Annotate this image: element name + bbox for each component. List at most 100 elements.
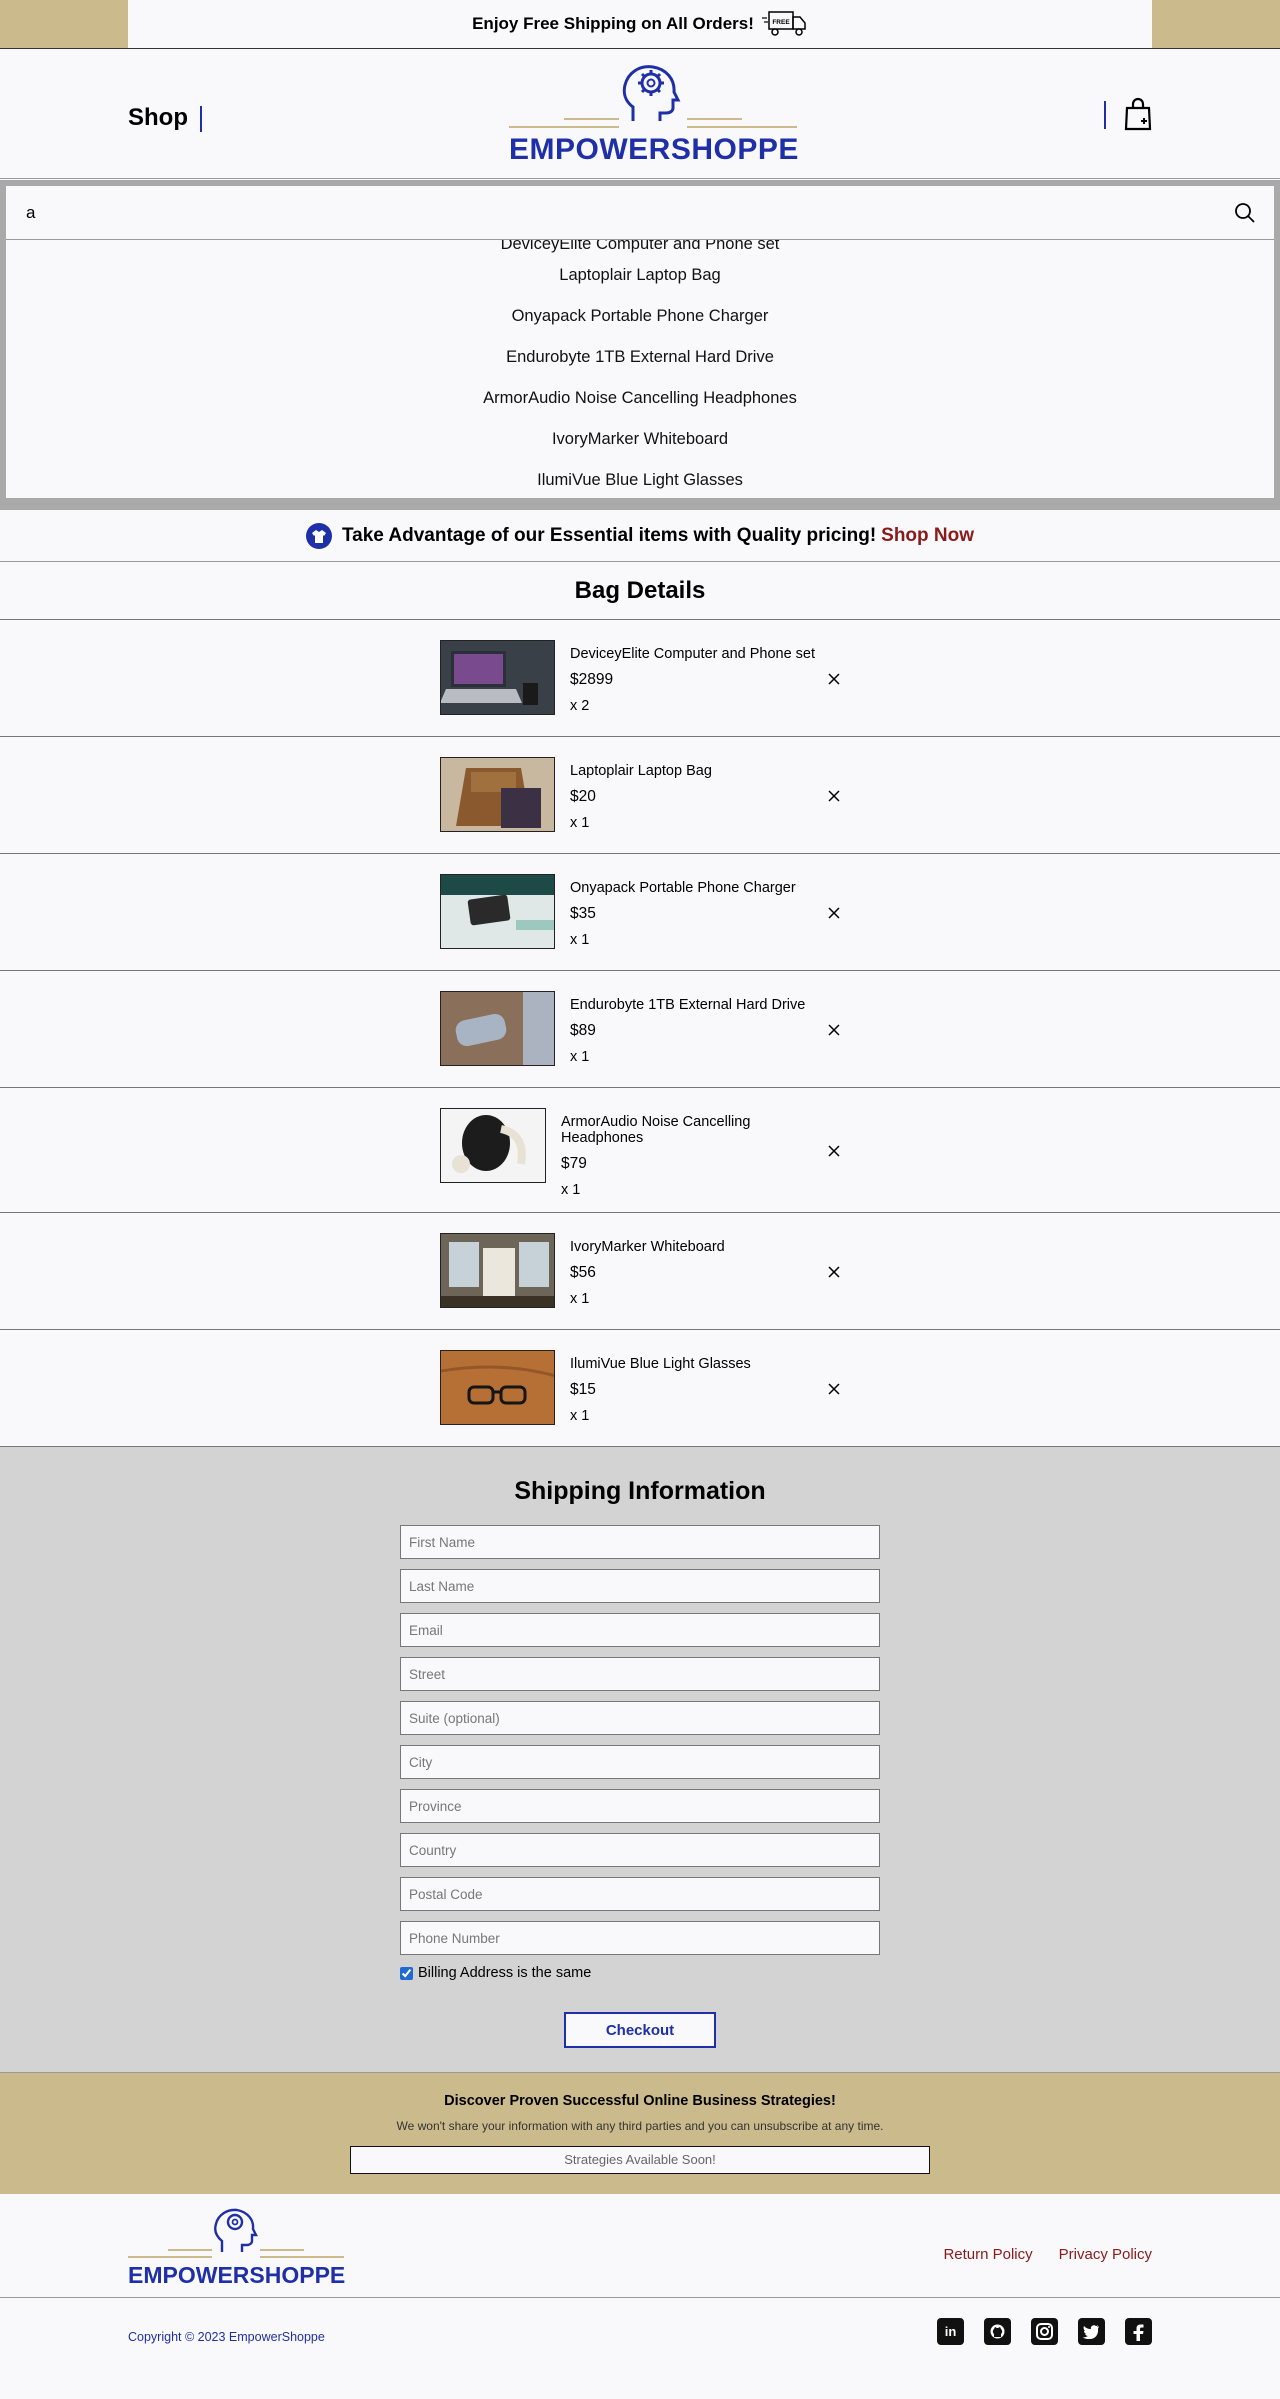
instagram-icon[interactable] (1031, 2318, 1058, 2345)
search-input[interactable] (6, 186, 1274, 240)
site-logo[interactable]: EMPOWERSHOPPE (509, 59, 799, 169)
search-panel: DeviceyElite Computer and Phone set Lapt… (0, 180, 1280, 510)
bag-item: IlumiVue Blue Light Glasses $15 x 1 (0, 1330, 1280, 1447)
suggestion-item[interactable]: Onyapack Portable Phone Charger (6, 296, 1274, 337)
product-image-computer (440, 640, 555, 715)
facebook-icon[interactable] (1125, 2318, 1152, 2345)
bag-item-info: IvoryMarker Whiteboard $56 x 1 (570, 1234, 820, 1312)
newsletter-input[interactable]: Strategies Available Soon! (350, 2146, 930, 2174)
phone-number-field[interactable] (400, 1921, 880, 1955)
bag-item-name: IvoryMarker Whiteboard (570, 1239, 725, 1255)
bag-item: Laptoplair Laptop Bag $20 x 1 (0, 737, 1280, 854)
checkout-button[interactable]: Checkout (564, 2012, 716, 2048)
product-image-hard-drive (440, 991, 555, 1066)
copyright-text: Copyright © 2023 EmpowerShoppe (128, 2330, 325, 2344)
remove-item-icon[interactable] (827, 789, 841, 803)
bag-item-name: Laptoplair Laptop Bag (570, 763, 712, 779)
bag-item-name: ArmorAudio Noise Cancelling Headphones (561, 1114, 751, 1146)
newsletter-subtitle: We won't share your information with any… (396, 2119, 884, 2133)
bag-item-price: $89 (570, 1022, 596, 1039)
bag-item: ArmorAudio Noise Cancelling Headphones $… (0, 1088, 1280, 1213)
bag-item-quantity: x 1 (561, 1182, 581, 1198)
bag-item-info: Endurobyte 1TB External Hard Drive $89 x… (570, 992, 820, 1070)
bag-item: Endurobyte 1TB External Hard Drive $89 x… (0, 971, 1280, 1088)
billing-same-option: Billing Address is the same (400, 1965, 880, 1981)
bag-item-quantity: x 1 (570, 1291, 590, 1307)
announcement-text: Enjoy Free Shipping on All Orders! (472, 14, 754, 33)
shop-nav-link[interactable]: Shop (128, 104, 188, 132)
bag-item-name: DeviceyElite Computer and Phone set (570, 646, 816, 662)
email-field[interactable] (400, 1613, 880, 1647)
bag-item-price: $15 (570, 1381, 596, 1398)
province-field[interactable] (400, 1789, 880, 1823)
bag-item-price: $2899 (570, 671, 614, 688)
bag-item: IvoryMarker Whiteboard $56 x 1 (0, 1213, 1280, 1330)
footer-logo[interactable]: EMPOWERSHOPPE (128, 2204, 345, 2288)
head-gear-logo-icon (128, 2208, 344, 2258)
site-footer: EMPOWERSHOPPE Return Policy Privacy Poli… (0, 2194, 1280, 2399)
suggestion-item[interactable]: DeviceyElite Computer and Phone set (6, 240, 1274, 255)
suggestion-item[interactable]: Endurobyte 1TB External Hard Drive (6, 337, 1274, 378)
bag-item-info: IlumiVue Blue Light Glasses $15 x 1 (570, 1351, 820, 1429)
bag-item-info: Laptoplair Laptop Bag $20 x 1 (570, 758, 820, 836)
linkedin-icon[interactable]: in (937, 2318, 964, 2345)
suggestion-item[interactable]: Laptoplair Laptop Bag (6, 255, 1274, 296)
billing-same-checkbox[interactable] (400, 1966, 413, 1980)
bag-item-price: $20 (570, 788, 596, 805)
billing-same-label: Billing Address is the same (418, 1965, 592, 1981)
logo-text: EMPOWERSHOPPE (509, 133, 799, 166)
bag-item-quantity: x 2 (570, 698, 590, 714)
newsletter-title: Discover Proven Successful Online Busine… (444, 2093, 836, 2109)
country-field[interactable] (400, 1833, 880, 1867)
shipping-section: Shipping Information Billing Address is … (0, 1447, 1280, 2072)
bag-item-price: $79 (561, 1155, 587, 1172)
shop-divider (200, 106, 202, 132)
city-field[interactable] (400, 1745, 880, 1779)
social-links: in (937, 2318, 1152, 2345)
truck-free-label: FREE (772, 19, 790, 26)
first-name-field[interactable] (400, 1525, 880, 1559)
remove-item-icon[interactable] (827, 1023, 841, 1037)
bag-item-price: $56 (570, 1264, 596, 1281)
shopping-bag-icon[interactable] (1122, 97, 1154, 131)
shipping-title: Shipping Information (514, 1477, 766, 1505)
remove-item-icon[interactable] (827, 906, 841, 920)
bag-item-quantity: x 1 (570, 815, 590, 831)
search-suggestions: DeviceyElite Computer and Phone set Lapt… (6, 240, 1274, 498)
return-policy-link[interactable]: Return Policy (943, 2246, 1032, 2263)
bag-item-name: Onyapack Portable Phone Charger (570, 880, 796, 896)
bag-item-name: Endurobyte 1TB External Hard Drive (570, 997, 806, 1013)
postal-code-field[interactable] (400, 1877, 880, 1911)
product-image-whiteboard (440, 1233, 555, 1308)
head-gear-logo-icon (509, 65, 797, 128)
suggestion-item[interactable]: IlumiVue Blue Light Glasses (6, 460, 1274, 498)
remove-item-icon[interactable] (827, 1382, 841, 1396)
site-header: Shop EMPOWERSHOPPE (0, 49, 1280, 179)
bag-item-quantity: x 1 (570, 1049, 590, 1065)
privacy-policy-link[interactable]: Privacy Policy (1059, 2246, 1152, 2263)
bag-divider (1104, 101, 1106, 129)
announcement-content: Enjoy Free Shipping on All Orders! FREE (128, 0, 1152, 48)
suite-field[interactable] (400, 1701, 880, 1735)
product-image-laptop-bag (440, 757, 555, 832)
footer-divider (0, 2297, 1280, 2298)
free-truck-icon: FREE (761, 11, 806, 36)
product-image-glasses (440, 1350, 555, 1425)
suggestion-item[interactable]: IvoryMarker Whiteboard (6, 419, 1274, 460)
remove-item-icon[interactable] (827, 672, 841, 686)
last-name-field[interactable] (400, 1569, 880, 1603)
street-field[interactable] (400, 1657, 880, 1691)
remove-item-icon[interactable] (827, 1265, 841, 1279)
search-bar (6, 186, 1274, 240)
announcement-bar: Enjoy Free Shipping on All Orders! FREE (0, 0, 1280, 48)
bag-item-name: IlumiVue Blue Light Glasses (570, 1356, 751, 1372)
bag-item: Onyapack Portable Phone Charger $35 x 1 (0, 854, 1280, 971)
bag-item-info: DeviceyElite Computer and Phone set $289… (570, 641, 820, 719)
suggestion-item[interactable]: ArmorAudio Noise Cancelling Headphones (6, 378, 1274, 419)
remove-item-icon[interactable] (827, 1144, 841, 1158)
github-icon[interactable] (984, 2318, 1011, 2345)
product-image-charger (440, 874, 555, 949)
search-icon[interactable] (1234, 202, 1256, 224)
twitter-icon[interactable] (1078, 2318, 1105, 2345)
shop-now-link[interactable]: Shop Now (881, 525, 974, 547)
